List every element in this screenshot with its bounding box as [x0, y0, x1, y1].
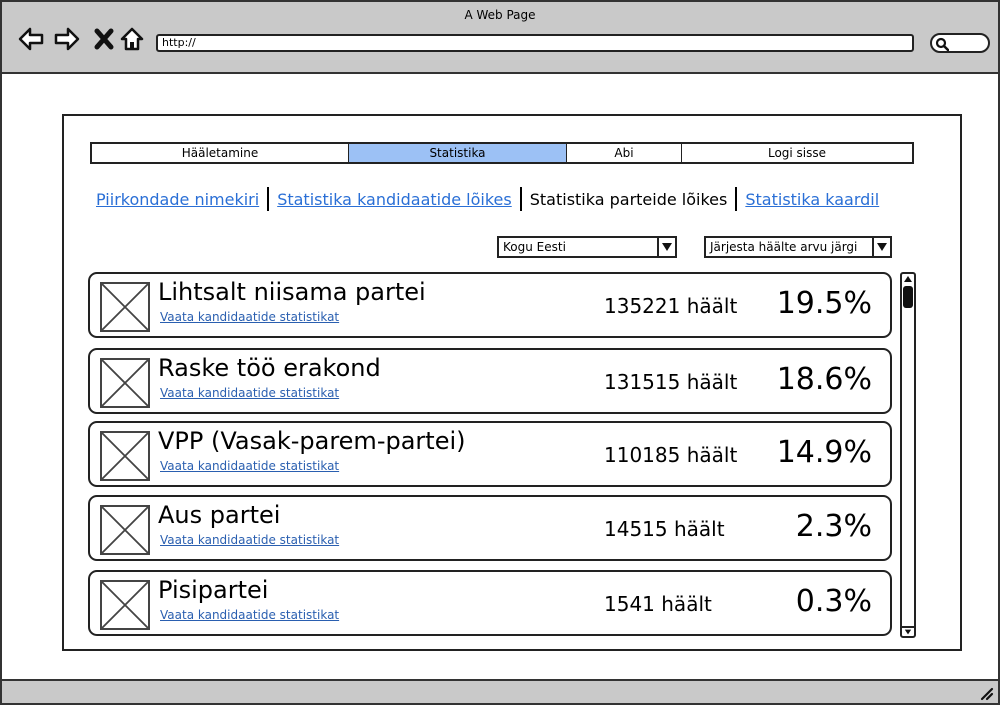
party-card: Raske töö erakond Vaata kandidaatide sta… [88, 348, 892, 414]
window-title: A Web Page [464, 8, 536, 22]
party-card: Aus partei Vaata kandidaatide statistika… [88, 495, 892, 561]
party-name: Pisipartei [158, 576, 269, 604]
party-name: Raske töö erakond [158, 354, 381, 382]
browser-window: A Web Page http:// Hääletamine Statistik… [0, 0, 1000, 705]
browser-search-input[interactable] [930, 33, 990, 53]
party-percent: 14.9% [776, 435, 872, 470]
url-input[interactable]: http:// [156, 34, 914, 52]
party-image-placeholder [100, 431, 150, 481]
top-navigation: Hääletamine Statistika Abi Logi sisse [90, 142, 914, 164]
resize-handle-icon[interactable] [978, 685, 994, 701]
tab-haaletamine[interactable]: Hääletamine [92, 144, 349, 162]
party-candidates-link[interactable]: Vaata kandidaatide statistikat [160, 533, 339, 547]
subnav-separator [267, 187, 270, 211]
party-votes: 14515 häält [604, 517, 725, 541]
subnav-link-kandidaadid[interactable]: Statistika kandidaatide lõikes [277, 190, 512, 209]
party-votes: 131515 häält [604, 370, 738, 394]
party-candidates-link[interactable]: Vaata kandidaatide statistikat [160, 608, 339, 622]
sort-select[interactable]: Järjesta häälte arvu järgi [704, 236, 892, 258]
party-votes: 1541 häält [604, 592, 712, 616]
browser-statusbar [2, 679, 998, 703]
page-content: Hääletamine Statistika Abi Logi sisse Pi… [62, 114, 962, 651]
party-votes: 135221 häält [604, 294, 738, 318]
party-percent: 18.6% [776, 362, 872, 397]
party-percent: 19.5% [776, 286, 872, 321]
party-image-placeholder [100, 282, 150, 332]
subnav-link-piirkonnad[interactable]: Piirkondade nimekiri [96, 190, 259, 209]
party-name: Lihtsalt niisama partei [158, 278, 426, 306]
tab-logi-sisse[interactable]: Logi sisse [682, 144, 912, 162]
subnav-separator [519, 187, 522, 211]
party-card: Pisipartei Vaata kandidaatide statistika… [88, 570, 892, 636]
chevron-down-icon [877, 243, 887, 251]
party-percent: 2.3% [795, 509, 872, 544]
region-select-arrow[interactable] [657, 238, 675, 256]
tab-abi[interactable]: Abi [567, 144, 682, 162]
subnav-current-parteid: Statistika parteide lõikes [529, 189, 728, 209]
sort-select-value: Järjesta häälte arvu järgi [710, 240, 858, 254]
chevron-down-icon [662, 243, 672, 251]
party-percent: 0.3% [795, 584, 872, 619]
party-candidates-link[interactable]: Vaata kandidaatide statistikat [160, 459, 339, 473]
region-select[interactable]: Kogu Eesti [497, 236, 677, 258]
home-icon[interactable] [119, 26, 145, 52]
party-image-placeholder [100, 505, 150, 555]
scrollbar-thumb[interactable] [903, 286, 913, 308]
party-image-placeholder [100, 580, 150, 630]
party-candidates-link[interactable]: Vaata kandidaatide statistikat [160, 310, 339, 324]
party-name: Aus partei [158, 501, 281, 529]
search-icon [935, 37, 949, 51]
party-candidates-link[interactable]: Vaata kandidaatide statistikat [160, 386, 339, 400]
region-select-value: Kogu Eesti [503, 240, 566, 254]
sub-navigation: Piirkondade nimekiri Statistika kandidaa… [96, 186, 879, 212]
tab-statistika[interactable]: Statistika [349, 144, 567, 162]
browser-titlebar: A Web Page http:// [2, 2, 998, 74]
list-scrollbar[interactable] [900, 272, 916, 638]
subnav-separator [735, 187, 738, 211]
party-image-placeholder [100, 358, 150, 408]
back-arrow-icon[interactable] [18, 26, 44, 52]
scroll-down-icon[interactable] [902, 626, 914, 636]
party-votes: 110185 häält [604, 443, 738, 467]
subnav-link-kaart[interactable]: Statistika kaardil [745, 190, 879, 209]
party-card: VPP (Vasak-parem-partei) Vaata kandidaat… [88, 421, 892, 487]
party-card: Lihtsalt niisama partei Vaata kandidaati… [88, 272, 892, 338]
sort-select-arrow[interactable] [872, 238, 890, 256]
scroll-up-icon[interactable] [902, 274, 914, 284]
forward-arrow-icon[interactable] [54, 26, 80, 52]
party-name: VPP (Vasak-parem-partei) [158, 427, 466, 455]
close-icon[interactable] [92, 26, 118, 52]
